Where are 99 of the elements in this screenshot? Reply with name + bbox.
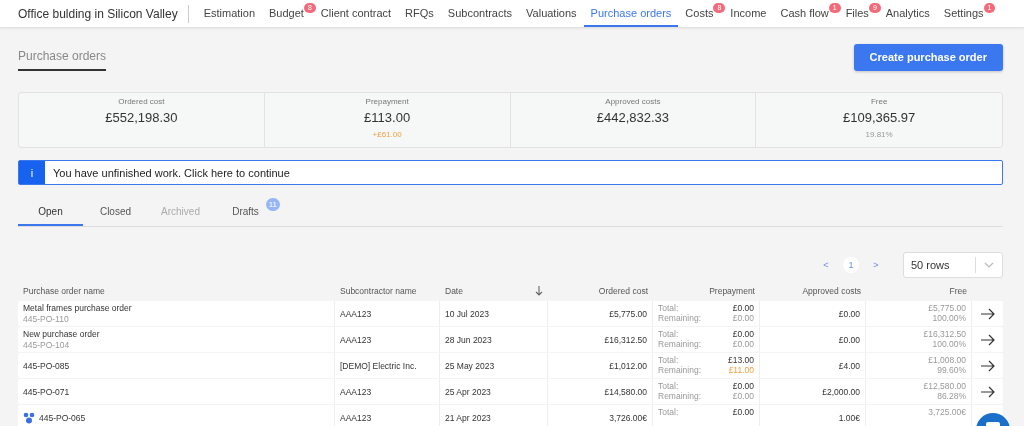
free-amount: £1,008.00: [928, 355, 966, 365]
table-cell: £1,012.00: [548, 353, 653, 378]
rows-select[interactable]: 50 rows: [903, 252, 1003, 278]
remaining-label: Remaining:: [658, 313, 701, 323]
arrow-right-icon[interactable]: [980, 359, 995, 372]
nav-tab[interactable]: Analytics: [878, 0, 937, 27]
summary-value: £113.00: [364, 110, 411, 125]
table-cell: £14,580.00: [548, 379, 653, 404]
page-title: Purchase orders: [18, 49, 107, 71]
count-badge: 11: [265, 198, 280, 211]
total-label: Total:: [658, 303, 679, 313]
column-header[interactable]: Free: [949, 285, 967, 296]
chevron-down-icon: [984, 262, 994, 268]
nav-tab[interactable]: Income: [723, 0, 774, 27]
status-tab[interactable]: Open: [18, 202, 83, 226]
summary-note: 19.81%: [865, 130, 893, 139]
summary-value: £552,198.30: [105, 110, 178, 125]
free-percent: 86.28%: [937, 391, 966, 401]
free-amount: £12,580.00: [923, 381, 966, 391]
summary-label: Free: [870, 97, 888, 106]
summary-label: Prepayment: [365, 97, 409, 106]
total-amount: £13.00: [728, 355, 754, 365]
total-amount: £0.00: [732, 329, 754, 339]
total-label: Total:: [658, 329, 679, 339]
table-cell: £0.00: [760, 327, 866, 352]
column-header[interactable]: Approved costs: [802, 285, 861, 296]
remaining-amount: £11.00: [728, 365, 754, 375]
arrow-right-icon[interactable]: [980, 385, 995, 398]
column-header[interactable]: Subcontractor name: [340, 285, 417, 296]
order-name: 445-PO-065: [39, 412, 86, 423]
table-cell: £5,775.00: [548, 301, 653, 326]
table-cell: 25 Apr 2023: [440, 379, 548, 404]
nav-tab[interactable]: Budget: [262, 0, 304, 27]
order-name: New purchase order: [23, 329, 100, 339]
table-cell: 1.00€: [760, 405, 866, 426]
nav-tab[interactable]: Estimation: [196, 0, 262, 27]
nav-tab[interactable]: Costs: [678, 0, 714, 27]
free-amount: £5,775.00: [928, 303, 966, 313]
order-code: 445-PO-110: [23, 314, 69, 324]
total-label: Total:: [658, 355, 679, 365]
summary-note: +£61.00: [372, 130, 402, 139]
table-cell: AAA123: [335, 301, 440, 326]
free-percent: 100.00%: [932, 313, 966, 323]
column-header[interactable]: Purchase order name: [23, 285, 105, 296]
nav-tab[interactable]: Settings: [936, 0, 984, 27]
free-percent: 99.60%: [937, 365, 966, 375]
table-cell: 28 Jun 2023: [440, 327, 548, 352]
table-cell: 25 May 2023: [440, 353, 548, 378]
remaining-label: Remaining:: [658, 365, 701, 375]
nav-tab[interactable]: RFQs: [398, 0, 441, 27]
notice-message[interactable]: You have unfinished work. Click here to continue: [45, 166, 290, 179]
table-cell: £2,000.00: [760, 379, 866, 404]
remaining-amount: £0.00: [732, 313, 754, 323]
table-cell: £4.00: [760, 353, 866, 378]
order-name: Metal frames purchase order: [23, 303, 132, 313]
table-cell: AAA123: [335, 327, 440, 352]
nav-tab[interactable]: Client contract: [313, 0, 399, 27]
table-cell: £0.00: [760, 301, 866, 326]
project-title: Office bulding in Silicon Valley: [18, 6, 178, 21]
info-icon: i: [19, 161, 45, 184]
remaining-amount: £0.00: [732, 339, 754, 349]
order-name: 445-PO-071: [23, 386, 70, 397]
table-cell: £16,312.50: [548, 327, 653, 352]
column-header[interactable]: Ordered cost: [598, 285, 648, 296]
summary-value: £109,365.97: [842, 110, 916, 125]
notice-bar[interactable]: i You have unfinished work. Click here to continue: [18, 160, 1003, 185]
column-header[interactable]: Prepayment: [709, 285, 755, 296]
order-name: 445-PO-085: [23, 360, 70, 371]
nav-tab[interactable]: Purchase orders: [583, 0, 679, 27]
table-cell: 10 Jul 2023: [440, 301, 548, 326]
free-percent: 100.00%: [932, 339, 966, 349]
total-label: Total:: [658, 381, 679, 391]
arrow-right-icon[interactable]: [980, 307, 995, 320]
summary-label: Approved costs: [605, 97, 661, 106]
total-amount: £0.00: [732, 381, 754, 391]
free-amount: 3,725.00€: [928, 407, 966, 417]
nav-tab[interactable]: Subcontracts: [440, 0, 520, 27]
table-cell: 21 Apr 2023: [440, 405, 548, 426]
free-amount: £16,312.50: [923, 329, 966, 339]
nav-tab[interactable]: Files: [838, 0, 869, 27]
remaining-amount: £0.00: [732, 391, 754, 401]
order-code: 445-PO-104: [23, 340, 70, 350]
nav-tab[interactable]: Valuations: [519, 0, 584, 27]
summary-label: Ordered cost: [118, 97, 165, 106]
column-header[interactable]: Date: [445, 285, 463, 296]
summary-value: £442,832.33: [596, 110, 669, 125]
arrow-right-icon[interactable]: [980, 333, 995, 346]
remaining-label: Remaining:: [658, 391, 701, 401]
nav-tab[interactable]: Cash flow: [773, 0, 829, 27]
create-button[interactable]: Create purchase order: [853, 43, 1003, 71]
remaining-label: Remaining:: [658, 339, 701, 349]
table-cell: AAA123: [335, 379, 440, 404]
total-label: Total:: [658, 407, 679, 417]
table-cell: 3,726.00€: [548, 405, 653, 426]
total-amount: £0.00: [732, 303, 754, 313]
table-cell: AAA123: [335, 405, 440, 426]
total-amount: £0.00: [732, 407, 754, 417]
table-cell: [DEMO] Electric Inc.: [335, 353, 440, 378]
status-tab[interactable]: Closed: [83, 202, 148, 226]
